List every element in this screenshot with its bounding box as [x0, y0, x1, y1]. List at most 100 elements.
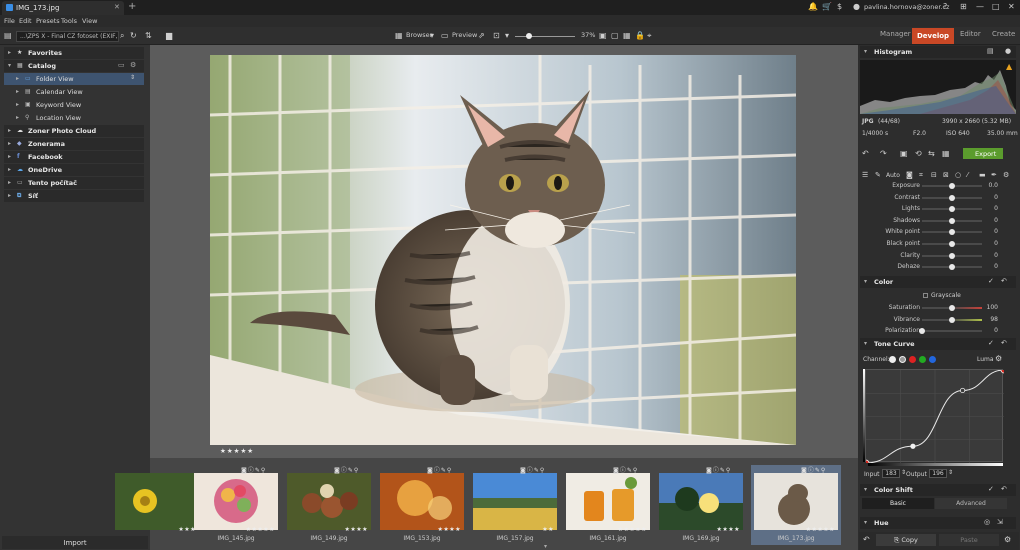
- grayscale-checkbox[interactable]: [923, 293, 928, 298]
- mode-create[interactable]: Create: [992, 30, 1015, 38]
- channel-green[interactable]: [919, 356, 926, 363]
- minimize-icon[interactable]: —: [976, 2, 984, 11]
- pen-icon[interactable]: ✒: [991, 171, 997, 179]
- sort-icon[interactable]: ⇕: [130, 74, 135, 81]
- export-button[interactable]: Export: [963, 148, 1003, 159]
- output-value-field[interactable]: 196: [929, 469, 947, 478]
- hue-compare-icon[interactable]: ⇲: [997, 518, 1003, 526]
- polarization-slider[interactable]: [922, 330, 982, 333]
- sidebar-item-zoner-photo-cloud[interactable]: ▸ ☁ Zoner Photo Cloud: [4, 125, 144, 137]
- adjustments-list-icon[interactable]: ☰: [862, 171, 868, 179]
- straighten-icon[interactable]: ⊟: [931, 171, 937, 179]
- vibrance-slider-knob[interactable]: [949, 316, 955, 323]
- new-tab-icon[interactable]: +: [128, 1, 136, 12]
- camera-icon[interactable]: ◙: [906, 171, 913, 179]
- menu-edit[interactable]: Edit: [19, 17, 32, 25]
- close-tab-icon[interactable]: ✕: [114, 3, 120, 11]
- lights-value[interactable]: 0: [984, 205, 998, 212]
- channel-blue[interactable]: [929, 356, 936, 363]
- redo-icon[interactable]: ↷: [880, 149, 887, 158]
- catalog-settings-icon[interactable]: ⚙: [130, 61, 136, 69]
- sidebar-item-catalog[interactable]: ▾ ▦ Catalog ▭ ⚙: [4, 60, 144, 72]
- white-point-value[interactable]: 0: [984, 228, 998, 235]
- thumbnail-rating[interactable]: ★★★★★: [618, 526, 647, 533]
- sidebar-item-tento-po-ta-[interactable]: ▸ ▭ Tento počítač: [4, 177, 144, 189]
- chevron-down-icon[interactable]: ▾: [505, 31, 509, 40]
- undo-all-icon[interactable]: ↶: [863, 535, 870, 544]
- browser-button[interactable]: Browser: [406, 31, 432, 39]
- curve-control-point[interactable]: [910, 443, 916, 449]
- thumbnail-rating[interactable]: ★★: [542, 526, 554, 533]
- main-photo-rating[interactable]: ★★★★★: [220, 447, 254, 455]
- tone-curve-graph[interactable]: [862, 366, 1008, 467]
- black-point-value[interactable]: 0: [984, 240, 998, 247]
- curve-control-point[interactable]: [960, 387, 966, 394]
- sort-icon[interactable]: ⇅: [145, 31, 152, 40]
- refresh-icon[interactable]: ↻: [130, 31, 137, 40]
- contrast-value[interactable]: 0: [984, 194, 998, 201]
- chevron-right-icon[interactable]: ▸: [16, 88, 19, 95]
- filmstrip-collapse-icon[interactable]: ▾: [544, 543, 554, 550]
- catalog-folder-icon[interactable]: ▭: [118, 61, 125, 69]
- sidebar-item-zonerama[interactable]: ▸ ◆ Zonerama: [4, 138, 144, 150]
- channel-red[interactable]: [909, 356, 916, 363]
- filmstrip-thumbnail[interactable]: ◙ⓘ✎⚲ ★★ IMG_157.jpg: [470, 465, 560, 545]
- filmstrip-thumbnail[interactable]: ★★★: [112, 465, 202, 545]
- sidebar-item-calendar-view[interactable]: ▸ ▤ Calendar View: [4, 86, 144, 98]
- hue-header[interactable]: ▾ Hue: [860, 517, 1016, 529]
- sidebar-item-keyword-view[interactable]: ▸ ▣ Keyword View: [4, 99, 144, 111]
- color-shift-advanced-tab[interactable]: Advanced: [935, 498, 1007, 509]
- shadows-slider-knob[interactable]: [949, 217, 955, 224]
- thumbnail-rating[interactable]: ★★★★: [344, 526, 368, 533]
- menu-tools[interactable]: Tools: [61, 17, 77, 25]
- user-avatar-icon[interactable]: ●: [853, 2, 860, 11]
- sidebar-item-s-[interactable]: ▸ ⧉ Síť: [4, 190, 144, 202]
- reset-icon[interactable]: ↶: [1001, 339, 1007, 347]
- actual-size-icon[interactable]: ▢: [611, 31, 619, 40]
- chevron-right-icon[interactable]: ▸: [8, 127, 11, 134]
- document-tab[interactable]: IMG_173.jpg ✕: [2, 1, 124, 15]
- notification-bell-icon[interactable]: 🔔: [808, 2, 818, 11]
- curve-control-point[interactable]: [1000, 366, 1008, 374]
- mode-manager[interactable]: Manager: [880, 30, 911, 38]
- chevron-right-icon[interactable]: ▸: [8, 179, 11, 186]
- browser-icon[interactable]: ▦: [395, 31, 403, 40]
- curve-settings-icon[interactable]: ⚙: [995, 354, 1002, 363]
- sidebar-item-onedrive[interactable]: ▸ ☁ OneDrive: [4, 164, 144, 176]
- sidebar-item-facebook[interactable]: ▸ f Facebook: [4, 151, 144, 163]
- filter-icon[interactable]: ⊠: [943, 171, 949, 179]
- help-icon[interactable]: ?: [943, 2, 947, 11]
- rotate-icon[interactable]: ⟲: [915, 149, 922, 158]
- main-photo[interactable]: [210, 55, 796, 445]
- chevron-right-icon[interactable]: ▸: [16, 75, 19, 82]
- stepper-icon[interactable]: ⇕: [948, 469, 953, 476]
- histogram-settings-icon[interactable]: ▤: [987, 47, 994, 55]
- menu-presets[interactable]: Presets: [36, 17, 60, 25]
- chevron-right-icon[interactable]: ▸: [8, 140, 11, 147]
- exposure-slider-knob[interactable]: [949, 183, 955, 189]
- chevron-right-icon[interactable]: ▸: [8, 153, 11, 160]
- search-icon[interactable]: ⌕: [120, 31, 124, 41]
- grid-icon[interactable]: ▦: [623, 31, 631, 40]
- lock-icon[interactable]: 🔒: [635, 31, 645, 40]
- mode-develop[interactable]: Develop: [912, 28, 954, 44]
- reset-icon[interactable]: ↶: [1001, 485, 1007, 493]
- fit-icon[interactable]: ▣: [599, 31, 607, 40]
- color-shift-basic-tab[interactable]: Basic: [862, 498, 934, 509]
- exposure-value[interactable]: 0.0: [984, 182, 998, 189]
- thumbnail-rating[interactable]: ★★★★★: [246, 526, 275, 533]
- chevron-right-icon[interactable]: ▸: [8, 192, 11, 199]
- sidebar-item-location-view[interactable]: ▸ ⚲ Location View: [4, 112, 144, 124]
- dehaze-value[interactable]: 0: [984, 263, 998, 270]
- clarity-value[interactable]: 0: [984, 252, 998, 259]
- saturation-slider-knob[interactable]: [949, 305, 955, 311]
- chevron-right-icon[interactable]: ▸: [16, 114, 19, 121]
- saturation-value[interactable]: 100: [984, 304, 998, 311]
- mode-editor[interactable]: Editor: [960, 30, 981, 38]
- chevron-right-icon[interactable]: ▸: [8, 166, 11, 173]
- crop-icon[interactable]: ⌗: [919, 171, 923, 180]
- gift-icon[interactable]: $: [837, 2, 842, 11]
- sidebar-item-folder-view[interactable]: ▸ ▭ Folder View ⇕: [4, 73, 144, 85]
- navigator-icon[interactable]: ⌖: [647, 31, 652, 41]
- path-field[interactable]: ...\ZPS X - Final CZ fotoset (EXIF, ord: [16, 31, 119, 42]
